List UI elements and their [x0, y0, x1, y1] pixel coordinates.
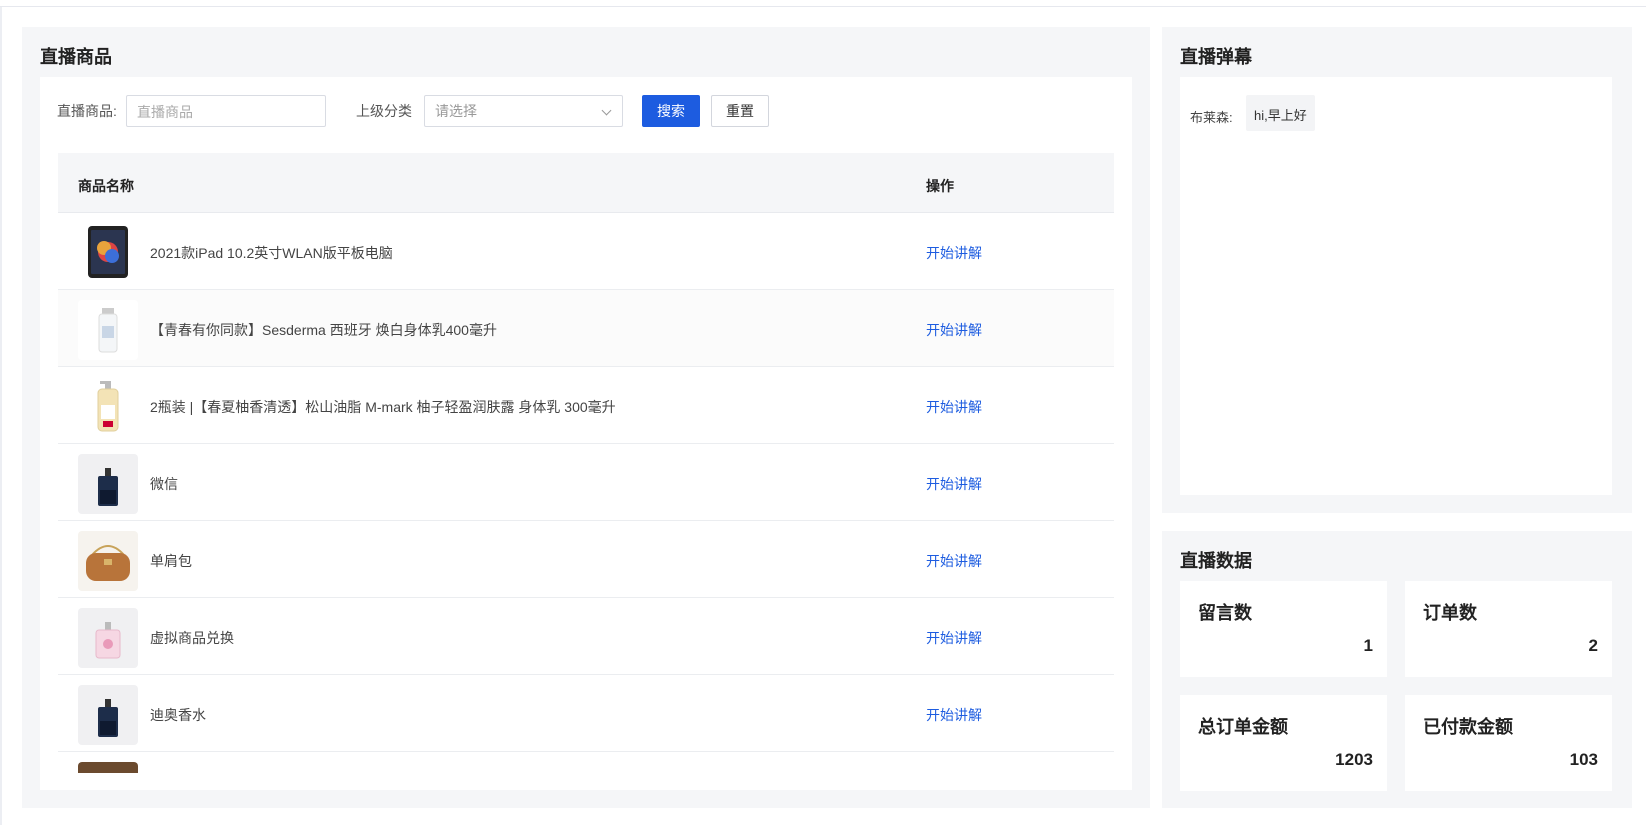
product-name: 2021款iPad 10.2英寸WLAN版平板电脑	[150, 245, 393, 261]
category-select[interactable]: 请选择	[424, 95, 623, 127]
live-stats-panel: 直播数据 留言数 1 订单数 2 总订单金额 1203 已付款金额 103	[1162, 531, 1632, 808]
stat-card-paid-amount: 已付款金额 103	[1405, 695, 1612, 791]
danmaku-text: hi,早上好	[1246, 95, 1315, 131]
stat-label: 订单数	[1423, 603, 1477, 623]
column-header-action: 操作	[926, 178, 954, 194]
product-filter-label: 直播商品:	[57, 103, 117, 119]
category-select-placeholder: 请选择	[435, 103, 477, 119]
table-row: 迪奥香水 开始讲解	[58, 675, 1114, 752]
product-thumbnail	[78, 454, 138, 514]
product-thumbnail	[78, 531, 138, 591]
stat-label: 留言数	[1198, 603, 1252, 623]
stat-value: 2	[1588, 636, 1598, 655]
stat-value: 1203	[1335, 750, 1373, 769]
stat-value: 103	[1569, 750, 1598, 769]
product-thumbnail	[78, 223, 138, 283]
product-search-field[interactable]	[126, 95, 326, 127]
product-thumbnail	[78, 377, 138, 437]
filter-bar: 直播商品: 上级分类 请选择 搜索 重置	[40, 77, 1132, 153]
products-card: 直播商品: 上级分类 请选择 搜索 重置 商品名称 操作	[40, 77, 1132, 790]
search-button[interactable]: 搜索	[642, 95, 700, 127]
start-explain-link[interactable]: 开始讲解	[926, 320, 982, 340]
products-panel-title: 直播商品	[40, 47, 112, 67]
product-thumbnail	[78, 685, 138, 745]
table-row-partial	[58, 752, 1114, 773]
table-body: 2021款iPad 10.2英寸WLAN版平板电脑 开始讲解 【青春有你同款】S…	[58, 213, 1114, 773]
product-name: 【青春有你同款】Sesderma 西班牙 焕白身体乳400毫升	[150, 322, 497, 338]
product-name: 2瓶装 |【春夏柚香清透】松山油脂 M-mark 柚子轻盈润肤露 身体乳 300…	[150, 399, 616, 415]
start-explain-link[interactable]: 开始讲解	[926, 243, 982, 263]
table-row: 【青春有你同款】Sesderma 西班牙 焕白身体乳400毫升 开始讲解	[58, 290, 1114, 367]
perfume-bottle-icon	[98, 468, 118, 506]
stat-label: 已付款金额	[1423, 717, 1513, 737]
product-thumbnail	[78, 608, 138, 668]
table-row: 单肩包 开始讲解	[58, 521, 1114, 598]
reset-button[interactable]: 重置	[711, 95, 769, 127]
perfume-bottle-icon	[98, 699, 118, 737]
product-name: 单肩包	[150, 553, 192, 569]
danmaku-list: 布莱森: hi,早上好	[1180, 77, 1612, 495]
product-search-input[interactable]	[137, 104, 315, 120]
stats-panel-title: 直播数据	[1180, 551, 1252, 571]
start-explain-link[interactable]: 开始讲解	[926, 551, 982, 571]
stat-card-total-order-amount: 总订单金额 1203	[1180, 695, 1387, 791]
start-explain-link[interactable]: 开始讲解	[926, 474, 982, 494]
lotion-bottle-icon	[98, 308, 118, 353]
live-products-panel: 直播商品 直播商品: 上级分类 请选择 搜索 重置 商品名称 操作	[22, 27, 1150, 808]
perfume-bottle-icon	[95, 622, 121, 659]
start-explain-link[interactable]: 开始讲解	[926, 397, 982, 417]
products-table: 商品名称 操作 2021款iPad 10.2英寸WLAN版平板电脑 开始讲解 【…	[58, 153, 1114, 773]
start-explain-link[interactable]: 开始讲解	[926, 705, 982, 725]
start-explain-link[interactable]: 开始讲解	[926, 628, 982, 648]
table-row: 2021款iPad 10.2英寸WLAN版平板电脑 开始讲解	[58, 213, 1114, 290]
product-thumbnail	[78, 762, 138, 773]
product-thumbnail	[78, 300, 138, 360]
danmaku-panel-title: 直播弹幕	[1180, 47, 1252, 67]
stat-label: 总订单金额	[1198, 717, 1288, 737]
left-border	[0, 7, 2, 825]
table-row: 微信 开始讲解	[58, 444, 1114, 521]
product-name: 微信	[150, 476, 178, 492]
ipad-icon	[88, 226, 128, 278]
product-name: 迪奥香水	[150, 707, 206, 723]
top-border	[0, 0, 1646, 7]
stat-value: 1	[1363, 636, 1373, 655]
danmaku-user: 布莱森:	[1190, 110, 1233, 125]
table-header: 商品名称 操作	[58, 153, 1114, 213]
stat-card-orders: 订单数 2	[1405, 581, 1612, 677]
category-filter-label: 上级分类	[356, 103, 412, 119]
shoulder-bag-icon	[86, 545, 130, 581]
product-name: 虚拟商品兑换	[150, 630, 234, 646]
live-danmaku-panel: 直播弹幕 布莱森: hi,早上好	[1162, 27, 1632, 513]
column-header-product-name: 商品名称	[78, 178, 134, 194]
table-row: 虚拟商品兑换 开始讲解	[58, 598, 1114, 675]
table-row: 2瓶装 |【春夏柚香清透】松山油脂 M-mark 柚子轻盈润肤露 身体乳 300…	[58, 367, 1114, 444]
stat-card-comments: 留言数 1	[1180, 581, 1387, 677]
chevron-down-icon	[601, 105, 612, 116]
pump-bottle-icon	[97, 381, 119, 432]
